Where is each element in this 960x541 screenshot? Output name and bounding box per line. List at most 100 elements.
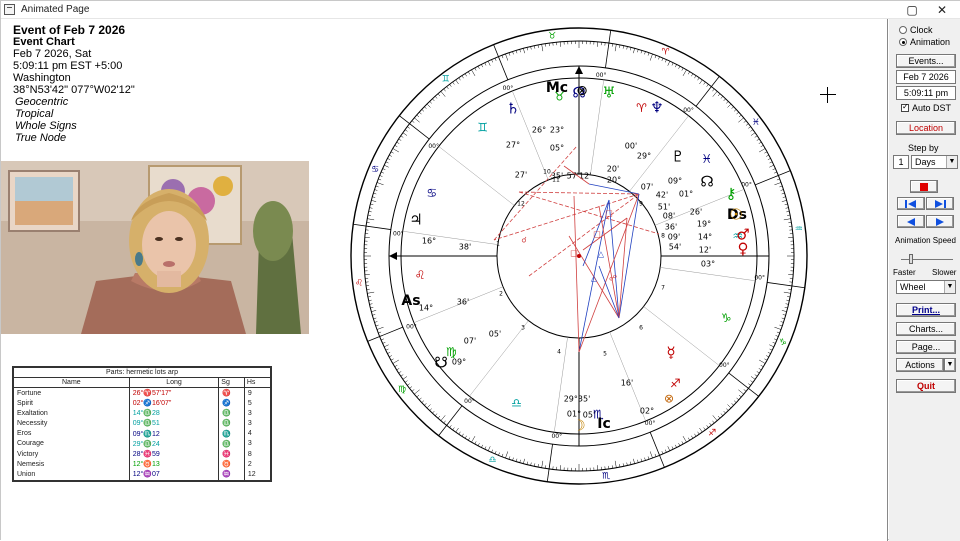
- part-sign: ♒: [219, 469, 245, 479]
- degree-tick: [748, 384, 750, 386]
- house-sign-glyph: ♋: [426, 186, 437, 200]
- natal-wheel[interactable]: ♌00°♌♍00°♍♎00°♎♏00°♏♐00°♐♑00°♑♒00°♒♓00°♓…: [341, 19, 817, 489]
- degree-tick: [509, 456, 510, 459]
- option-true-node: True Node: [13, 132, 135, 144]
- date-field[interactable]: Feb 7 2026: [896, 70, 956, 84]
- clock-radio-dot: [899, 26, 907, 34]
- sign-divider: [399, 116, 429, 139]
- degree-tick: [691, 74, 693, 77]
- degree-tick: [430, 409, 432, 411]
- degree-tick: [378, 332, 381, 333]
- degree-tick: [376, 325, 379, 326]
- degree-tick: [370, 304, 373, 305]
- degree-tick: [542, 44, 543, 51]
- degree-tick: [694, 434, 696, 437]
- part-name: Spirit: [14, 398, 129, 408]
- part-of-spirit-icon: ⊗: [576, 83, 588, 99]
- part-house: 5: [244, 398, 270, 408]
- step-first-button[interactable]: [897, 197, 925, 210]
- animation-radio[interactable]: Animation: [899, 36, 950, 48]
- step-count-field[interactable]: 1: [893, 155, 909, 169]
- degree-tick: [637, 49, 638, 52]
- degree-tick: [782, 193, 785, 194]
- degree-tick: [759, 368, 762, 370]
- clock-radio[interactable]: Clock: [899, 24, 933, 36]
- degree-tick: [668, 61, 670, 66]
- planet-position-label: 09°: [452, 358, 466, 367]
- degree-tick: [386, 349, 389, 350]
- charts-button[interactable]: Charts...: [896, 322, 956, 336]
- degree-tick: [627, 463, 628, 466]
- rim-sign-glyph: ♒: [795, 225, 803, 235]
- degree-tick: [688, 72, 690, 75]
- step-forward-button[interactable]: [926, 215, 954, 228]
- degree-tick: [520, 460, 521, 463]
- degree-tick: [373, 193, 376, 194]
- degree-tick: [393, 149, 399, 153]
- degree-tick: [679, 443, 680, 446]
- part-sign: ♏: [219, 429, 245, 439]
- step-last-button[interactable]: [926, 197, 954, 210]
- degree-tick: [407, 127, 409, 129]
- part-name: Nemesis: [14, 459, 129, 469]
- degree-tick: [391, 152, 394, 153]
- location-button[interactable]: Location: [896, 121, 956, 135]
- degree-tick: [505, 54, 507, 61]
- planet-position-label: 42': [656, 191, 668, 200]
- skip-back-icon: [904, 199, 918, 209]
- auto-dst-label: Auto DST: [912, 103, 951, 113]
- degree-tick: [412, 121, 414, 123]
- degree-tick: [542, 461, 543, 468]
- animation-radio-label: Animation: [910, 37, 950, 47]
- cursor-crosshair: [820, 87, 836, 103]
- parts-row: Exaltation14°♎28♎3: [14, 408, 270, 418]
- degree-tick: [397, 142, 400, 144]
- planet-position-label: 07': [641, 183, 653, 192]
- degree-tick: [787, 296, 790, 297]
- actions-dropdown-button[interactable]: ▼: [944, 358, 956, 372]
- speed-slider[interactable]: [897, 252, 955, 266]
- degree-tick: [456, 80, 459, 84]
- quit-button[interactable]: Quit: [896, 379, 956, 393]
- degree-tick: [488, 61, 490, 66]
- degree-tick: [422, 109, 424, 111]
- degree-tick: [478, 443, 479, 446]
- rim-sign-glyph: ♑: [779, 338, 787, 348]
- page-button[interactable]: Page...: [896, 340, 956, 354]
- print-button[interactable]: Print...: [896, 303, 956, 317]
- slider-thumb[interactable]: [909, 254, 913, 264]
- degree-tick: [468, 438, 470, 441]
- degree-tick: [774, 182, 781, 184]
- auto-dst-checkbox[interactable]: Auto DST: [901, 103, 951, 113]
- aspect-glyph-icon: ☌: [521, 236, 526, 245]
- degree-tick: [419, 112, 421, 114]
- clock-radio-label: Clock: [910, 25, 933, 35]
- degree-tick: [375, 190, 378, 191]
- mode-select[interactable]: Wheel▼: [896, 280, 956, 294]
- actions-button[interactable]: Actions: [896, 358, 944, 372]
- events-button[interactable]: Events...: [896, 54, 956, 68]
- restore-button[interactable]: ▢: [897, 2, 927, 18]
- degree-tick: [527, 462, 528, 465]
- step-back-button[interactable]: [897, 215, 925, 228]
- degree-tick: [784, 292, 791, 293]
- close-button[interactable]: ✕: [927, 2, 957, 18]
- degree-tick: [462, 434, 464, 437]
- degree-tick: [782, 310, 787, 311]
- degree-tick: [492, 450, 493, 453]
- part-longitude: 09°♎51: [129, 418, 219, 428]
- degree-tick: [384, 345, 389, 347]
- step-unit-select[interactable]: Days▼: [911, 155, 958, 169]
- degree-tick: [444, 421, 446, 423]
- house-cusp: [660, 267, 755, 280]
- degree-tick: [786, 300, 789, 301]
- stop-button[interactable]: [910, 180, 938, 193]
- house-sign-glyph: ♈: [636, 101, 647, 115]
- degree-tick: [391, 359, 394, 360]
- parts-row: Fortune26°♈57'17"♈9: [14, 388, 270, 399]
- degree-tick: [531, 47, 532, 50]
- rim-sign-glyph: ♉: [548, 32, 556, 42]
- time-field[interactable]: 5:09:11 pm: [896, 86, 956, 100]
- part-name: Necessity: [14, 418, 129, 428]
- degree-tick: [672, 447, 673, 450]
